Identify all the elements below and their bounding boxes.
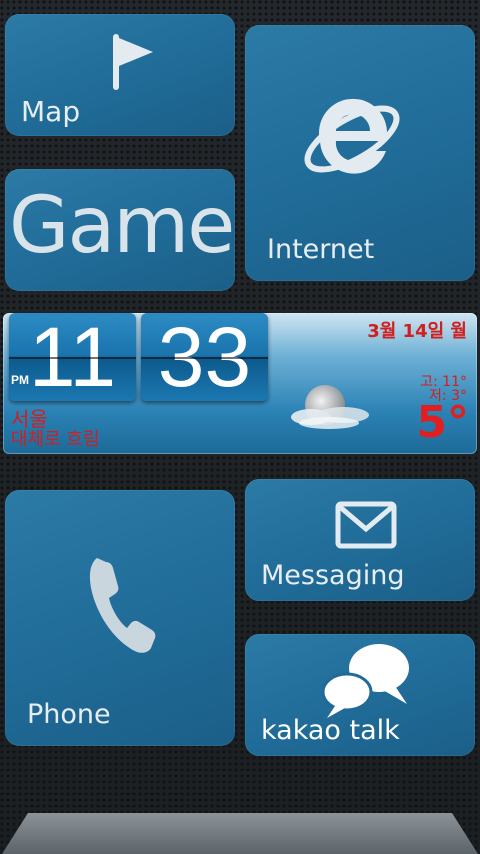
clock-ampm: PM [11,373,29,387]
kakao-talk-tile[interactable]: kakao talk [245,634,475,756]
phone-label: Phone [27,699,111,730]
messaging-tile[interactable]: Messaging [245,479,475,601]
clock-hours: 11 [9,313,136,401]
cloudy-moon-icon [291,385,369,429]
dock-shelf [2,813,478,854]
phone-tile[interactable]: Phone [5,490,235,746]
messaging-label: Messaging [261,560,405,591]
internet-tile[interactable]: Internet [245,25,475,281]
game-label: Game [9,181,235,271]
internet-explorer-icon [304,98,400,174]
kakao-talk-label: kakao talk [261,715,400,746]
map-label: Map [21,95,81,128]
flag-icon [113,34,153,90]
clock-minutes: 33 [141,313,268,401]
date-text: 3월 14일 월 [367,321,467,342]
clock-weather-widget[interactable]: 11 33 PM 3월 14일 월 고: 11° 저: 3° 5° 서울 대체로… [3,313,477,454]
map-tile[interactable]: Map [5,14,235,136]
envelope-icon [335,501,397,549]
internet-label: Internet [267,234,375,265]
phone-icon [89,558,156,653]
game-tile[interactable]: Game [5,169,235,291]
chat-bubbles-icon [321,644,409,718]
current-temperature: 5° [416,397,469,448]
weather-condition: 대체로 흐림 [11,429,100,450]
